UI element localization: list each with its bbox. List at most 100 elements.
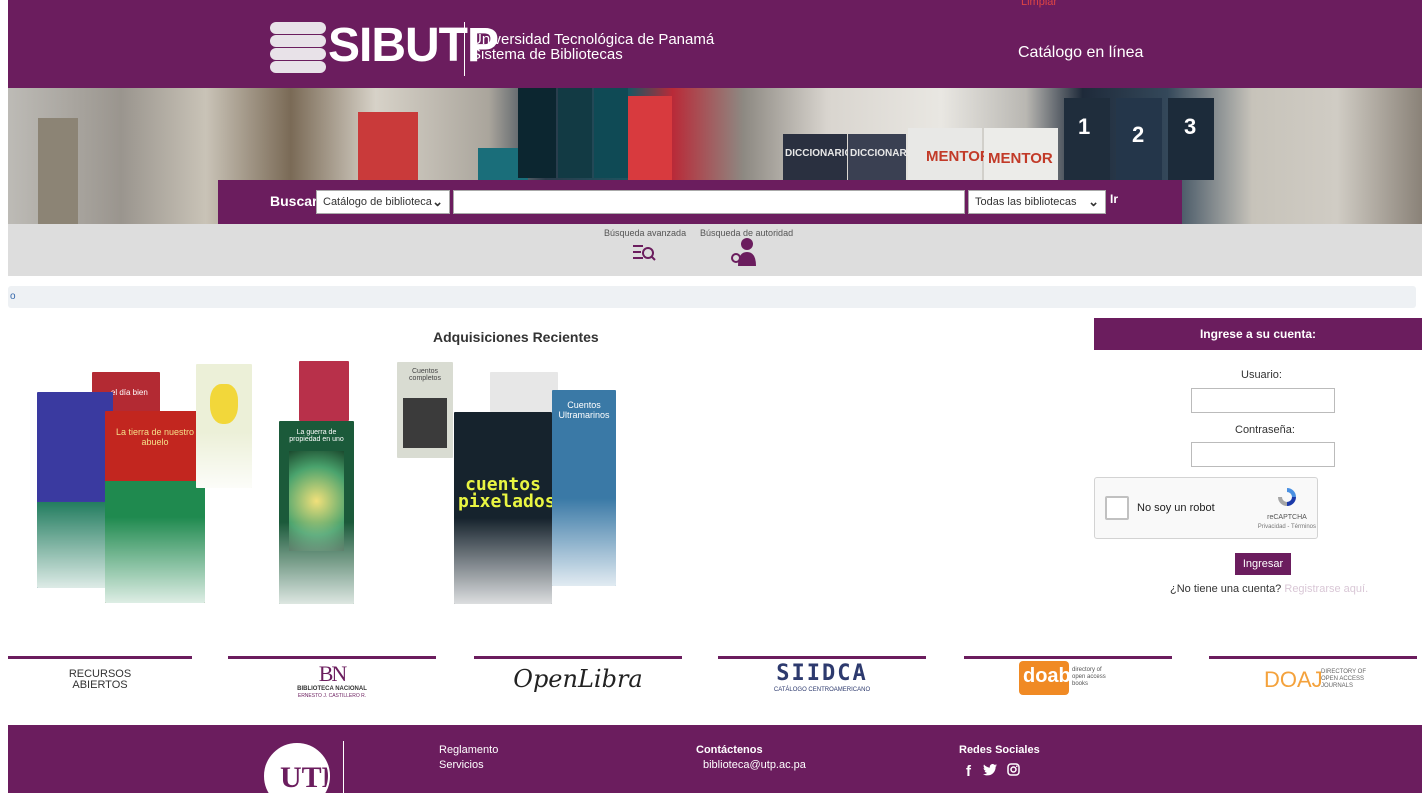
university-name: Universidad Tecnológica de Panamá Sistem… [471, 32, 714, 62]
banner-book-label: 1 [1078, 114, 1091, 139]
footer-link-reglamento[interactable]: Reglamento [439, 744, 498, 756]
search-go-button[interactable]: Ir [1110, 192, 1124, 212]
footer-divider [343, 741, 344, 793]
twitter-icon[interactable] [983, 764, 998, 776]
advanced-search-link[interactable]: Búsqueda avanzada [604, 228, 686, 238]
book-cover[interactable] [490, 372, 558, 412]
chevron-down-icon: ⌄ [432, 194, 443, 209]
partner-siidca[interactable]: SIIDCA CATÁLOGO CENTROAMERICANO [718, 656, 926, 706]
password-field[interactable] [1191, 442, 1335, 467]
search-scope-select[interactable]: Catálogo de biblioteca ⌄ [316, 190, 450, 214]
banner-book-label: MENTOR [988, 150, 1053, 167]
cover-reflection [552, 497, 616, 586]
library-select[interactable]: Todas las bibliotecas ⌄ [968, 190, 1106, 214]
bn-name: BIBLIOTECA NACIONAL [297, 686, 367, 692]
library-select-value: Todas las bibliotecas [975, 196, 1077, 208]
site-header: SIBUTP Universidad Tecnológica de Panamá… [8, 0, 1422, 88]
login-button[interactable]: Ingresar [1235, 553, 1291, 575]
book-cover[interactable] [299, 361, 349, 421]
social-heading: Redes Sociales [959, 744, 1040, 756]
chevron-down-icon: ⌄ [1088, 194, 1099, 209]
doab-logo: doab [1019, 661, 1071, 695]
resources-label: RECURSOS ABIERTOS [68, 668, 132, 691]
book-cover[interactable]: Cuentos completos [397, 362, 453, 458]
partner-resources[interactable]: RECURSOS ABIERTOS [8, 656, 192, 706]
seal-mark: UTP [280, 761, 328, 793]
partner-openlibra[interactable]: OpenLibra [474, 656, 682, 706]
book-cover-title: La tierra de nuestro abuelo [115, 427, 195, 447]
book-cover[interactable]: La guerra de propiedad en uno [279, 421, 354, 604]
banner-book [518, 88, 556, 178]
list-search-icon [633, 245, 656, 261]
advanced-search-icon[interactable] [632, 242, 656, 269]
cover-reflection [279, 521, 354, 604]
facebook-icon[interactable]: f [966, 763, 971, 780]
banner-book [558, 88, 592, 178]
university-line1: Universidad Tecnológica de Panamá [471, 31, 715, 48]
recaptcha-label: No soy un robot [1137, 502, 1215, 514]
person-search-icon [731, 238, 756, 266]
utp-seal-logo[interactable]: UTP [264, 743, 330, 793]
doab-sub: directory of open access books [1072, 667, 1106, 687]
login-heading: Ingrese a su cuenta: [1094, 318, 1422, 350]
logo-divider [464, 22, 465, 76]
book-cover[interactable]: cuentos pixelados [454, 412, 552, 604]
breadcrumb: o [8, 286, 1416, 308]
university-line2: Sistema de Bibliotecas [471, 46, 623, 63]
book-cover[interactable]: Cuentos Ultramarinos [552, 390, 616, 586]
bn-mark: BN [318, 661, 348, 686]
recaptcha-checkbox[interactable] [1105, 496, 1129, 520]
contact-email[interactable]: biblioteca@utp.ac.pa [703, 759, 806, 771]
banner-book [594, 88, 628, 178]
banner-book-label: 2 [1132, 122, 1145, 147]
recaptcha-brand: reCAPTCHA [1267, 514, 1307, 521]
partner-biblioteca-nacional[interactable]: BN BIBLIOTECA NACIONAL ERNESTO J. CASTIL… [228, 656, 436, 706]
banner-book-label: DICCIONARIO [785, 148, 853, 159]
banner-book-label: 3 [1184, 114, 1197, 139]
recaptcha-logo-icon [1278, 488, 1296, 506]
search-label: Buscar [270, 193, 318, 209]
recent-acquisitions-title: Adquisiciones Recientes [433, 329, 599, 345]
book-cover-title: Cuentos Ultramarinos [558, 400, 610, 420]
contact-heading: Contáctenos [696, 744, 763, 756]
search-input[interactable] [453, 190, 965, 214]
username-label: Usuario: [1241, 369, 1282, 381]
partner-doaj[interactable]: DOAJ DIRECTORY OF OPEN ACCESS JOURNALS [1209, 656, 1417, 706]
doab-wordmark: doab [1023, 665, 1071, 687]
banner-book [38, 118, 78, 224]
search-bar: Buscar Catálogo de biblioteca ⌄ Todas la… [218, 180, 1182, 224]
cover-reflection [105, 516, 205, 603]
social-icons: f [966, 763, 1021, 780]
clear-link[interactable]: Limpiar [1021, 0, 1057, 8]
cover-reflection [37, 499, 113, 588]
register-link[interactable]: Registrarse aquí. [1284, 583, 1368, 595]
site-footer: UTP Reglamento Servicios Contáctenos bib… [8, 725, 1422, 793]
book-stack-logo-icon[interactable] [270, 22, 326, 74]
authority-search-icon[interactable] [728, 236, 760, 271]
book-cover-title: Cuentos completos [409, 368, 441, 382]
search-scope-value: Catálogo de biblioteca [323, 196, 432, 208]
footer-link-servicios[interactable]: Servicios [439, 759, 484, 771]
recaptcha-terms[interactable]: Privacidad - Términos [1248, 524, 1316, 530]
book-cover[interactable] [37, 392, 113, 588]
book-cover[interactable]: La tierra de nuestro abuelo [105, 411, 205, 603]
register-prompt: ¿No tiene una cuenta? Registrarse aquí. [1170, 583, 1368, 595]
book-cover-title: La guerra de propiedad en uno [289, 429, 344, 443]
partner-doab[interactable]: doab directory of open access books [964, 656, 1172, 706]
doaj-logo: DOAJ [1264, 667, 1323, 692]
recaptcha-widget: No soy un robot reCAPTCHA Privacidad - T… [1094, 477, 1318, 539]
banner-book [628, 96, 672, 180]
search-options-bar: Búsqueda avanzada Búsqueda de autoridad [8, 224, 1422, 276]
breadcrumb-home-link[interactable]: o [10, 291, 16, 302]
openlibra-logo: OpenLibra [513, 665, 643, 693]
instagram-icon[interactable] [1007, 763, 1021, 776]
siidca-logo: SIIDCA [776, 661, 868, 686]
book-cover[interactable] [196, 364, 252, 488]
banner-book-label: MENTOR [926, 148, 991, 165]
catalog-title: Catálogo en línea [1018, 44, 1144, 61]
cover-reflection [454, 517, 552, 604]
book-cover-title: cuentos pixelados [458, 474, 552, 512]
username-field[interactable] [1191, 388, 1335, 413]
cover-reflection [196, 432, 252, 488]
siidca-sub: CATÁLOGO CENTROAMERICANO [773, 687, 871, 693]
